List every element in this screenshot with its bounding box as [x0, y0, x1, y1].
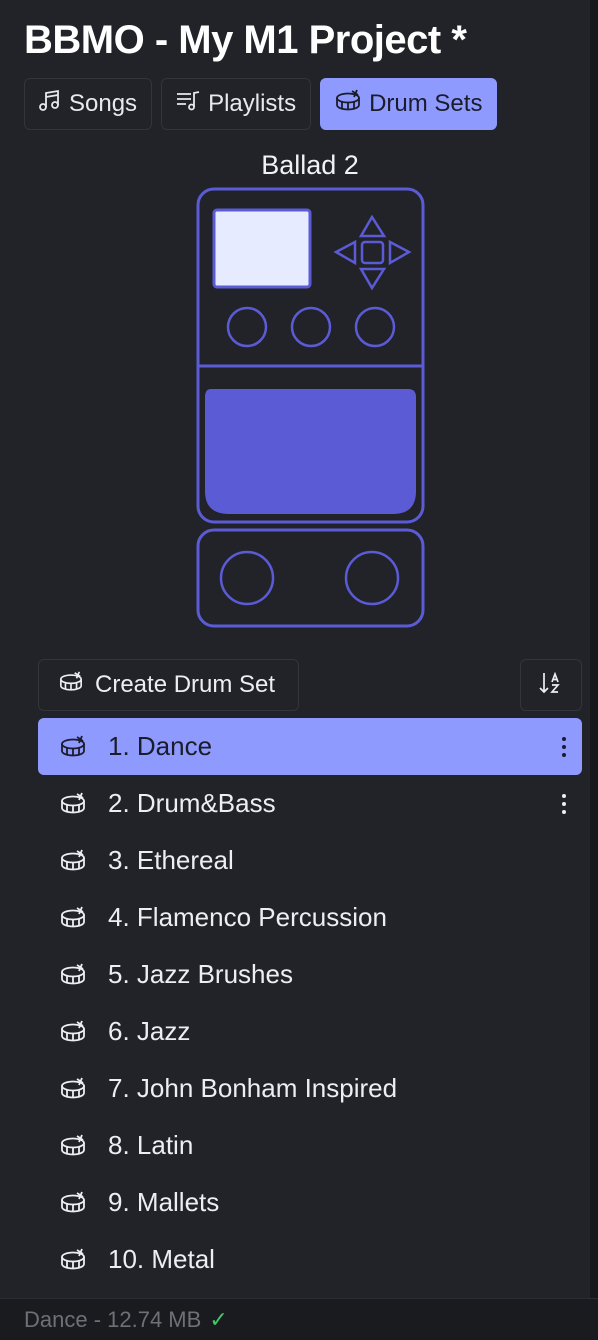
page-title: BBMO - My M1 Project * [24, 18, 467, 62]
drum-icon [58, 791, 88, 817]
drum-set-item[interactable]: 2. Drum&Bass [38, 775, 582, 832]
check-icon: ✓ [209, 1306, 228, 1332]
window-edge [590, 0, 598, 1340]
drum-set-item[interactable]: 1. Dance [38, 718, 582, 775]
drum-set-item[interactable]: 9. Mallets [38, 1174, 582, 1231]
drum-icon [58, 734, 88, 760]
drum-set-item[interactable]: 10. Metal [38, 1231, 582, 1288]
preset-name: Ballad 2 [261, 150, 359, 180]
drum-icon [58, 1019, 88, 1045]
drum-set-label: 1. Dance [108, 731, 213, 761]
drum-icon [58, 1076, 88, 1102]
status-text: Dance - 12.74 MB [24, 1306, 202, 1332]
drum-set-label: 4. Flamenco Percussion [108, 902, 387, 932]
tab-songs[interactable]: Songs [24, 78, 153, 130]
drum-set-list: 1. Dance 2. Drum&Bass 3. Ethereal 4. Flamen… [38, 718, 582, 1288]
drum-icon [58, 962, 88, 988]
drum-set-label: 3. Ethereal [108, 845, 234, 875]
drum-set-item[interactable]: 5. Jazz Brushes [38, 946, 582, 1003]
status-bar: Dance - 12.74 MB ✓ [0, 1298, 598, 1340]
playlist-icon [174, 88, 208, 121]
tab-bar: Songs Playlists Drum Sets [24, 78, 498, 130]
drum-set-label: 8. Latin [108, 1130, 194, 1160]
app-window: BBMO - My M1 Project * Songs Playlists D… [0, 0, 598, 1340]
music-note-icon [37, 88, 69, 121]
drum-set-item[interactable]: 3. Ethereal [38, 832, 582, 889]
drum-set-label: 2. Drum&Bass [108, 788, 276, 818]
drum-set-item[interactable]: 7. John Bonham Inspired [38, 1060, 582, 1117]
drum-icon [58, 905, 88, 931]
drum-set-label: 5. Jazz Brushes [108, 959, 293, 989]
drum-icon [58, 1247, 88, 1273]
create-drum-set-label: Create Drum Set [95, 671, 276, 698]
more-options-icon[interactable] [554, 732, 574, 762]
tab-label: Playlists [208, 90, 297, 117]
drum-set-item[interactable]: 4. Flamenco Percussion [38, 889, 582, 946]
tab-drum-sets[interactable]: Drum Sets [320, 78, 498, 130]
drum-set-item[interactable]: 6. Jazz [38, 1003, 582, 1060]
drum-icon [58, 1133, 88, 1159]
drum-icon [57, 670, 95, 701]
drum-set-label: 7. John Bonham Inspired [108, 1073, 398, 1103]
sort-button[interactable] [520, 659, 582, 711]
drum-set-label: 10. Metal [108, 1244, 215, 1274]
tab-playlists[interactable]: Playlists [161, 78, 312, 130]
sort-alpha-icon [537, 669, 565, 702]
drum-set-item[interactable]: 8. Latin [38, 1117, 582, 1174]
drum-set-label: 6. Jazz [108, 1016, 191, 1046]
drum-set-label: 9. Mallets [108, 1187, 220, 1217]
pedal-illustration [195, 186, 427, 636]
tab-label: Drum Sets [369, 90, 483, 117]
create-drum-set-button[interactable]: Create Drum Set [38, 659, 299, 711]
drum-icon [58, 1190, 88, 1216]
tab-label: Songs [69, 90, 138, 117]
drum-icon [58, 848, 88, 874]
drum-icon [333, 88, 369, 121]
more-options-icon[interactable] [554, 789, 574, 819]
